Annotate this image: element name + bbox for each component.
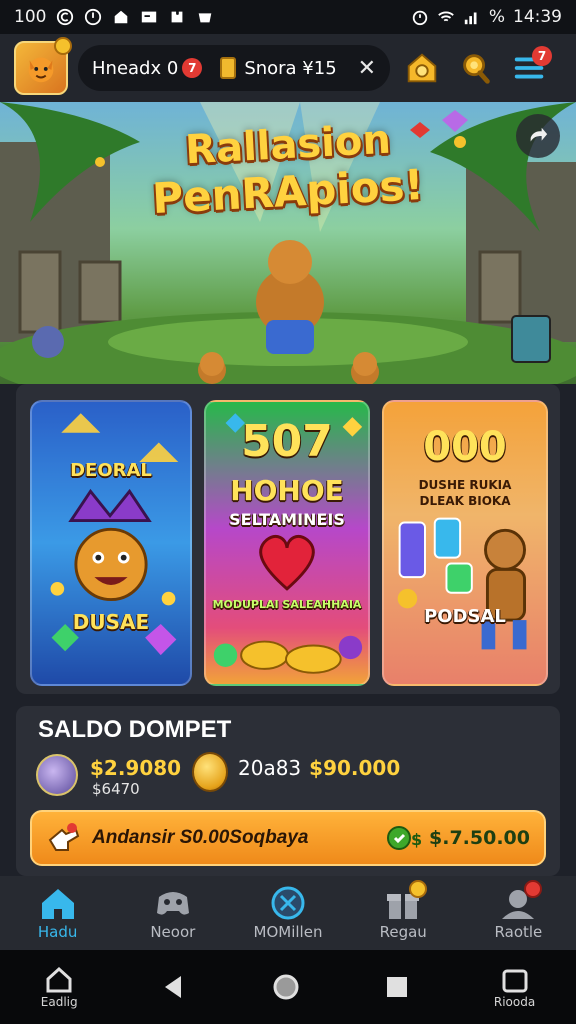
wallet-secondary-row: 20a83 $90.000: [238, 756, 400, 780]
puzzle-icon: [168, 8, 186, 26]
wallet-balance-sub: $6470: [92, 780, 140, 798]
image-icon: [140, 8, 158, 26]
gamepad-status-icon: [196, 8, 214, 26]
svg-text:$: $: [411, 830, 421, 849]
monkey-crown-illustration: [50, 413, 179, 656]
nav-item-profile[interactable]: Raotle: [461, 876, 576, 950]
player-avatar[interactable]: [14, 37, 72, 95]
hero-title: Rallasion PenRApios!: [118, 117, 458, 223]
nav-label-profile: Raotle: [494, 923, 543, 941]
coin-icon: [192, 752, 228, 792]
card1-bottom-text: DUSAE: [72, 610, 150, 634]
system-back-button[interactable]: [159, 972, 189, 1002]
system-home-button[interactable]: Eadlig: [41, 965, 78, 1009]
game-controller-icon: [156, 892, 189, 915]
user-info-pill[interactable]: Hneadx 0 7 Snora ¥15 ✕: [78, 45, 390, 91]
pointing-hand-icon: [48, 823, 80, 851]
bottom-navigation: Hadu Neoor MOMillen Regau Raotle: [0, 876, 576, 950]
app-screen: 100 % 14:39 Hneadx 0 7 Snora ¥15 ✕ 7 Ral…: [0, 0, 576, 1024]
share-icon: [530, 127, 548, 142]
wallet-action-amount: $.7.50.00: [429, 827, 530, 849]
menu-badge: 7: [532, 46, 552, 66]
system-multiwindow-button[interactable]: Riooda: [494, 965, 535, 1009]
window-icon: [502, 969, 528, 993]
menu-button[interactable]: 7: [508, 46, 552, 90]
back-triangle-icon: [165, 976, 182, 998]
profile-badge: [524, 880, 543, 898]
wallet-balance-main: $2.9080: [90, 756, 182, 780]
card2-caption: MODUPLAI SALEAHHAIA: [212, 598, 362, 611]
house-coin-icon: [407, 53, 437, 83]
card2-number: 507: [241, 416, 333, 467]
copyright-icon: [56, 8, 74, 26]
notification-count-badge: 7: [182, 58, 203, 78]
card1-top-text: DEORAL: [70, 460, 152, 481]
ticket-balance: Snora ¥15: [244, 57, 337, 79]
wallet-title: SALDO DOMPET: [38, 716, 232, 743]
signal-icon: [463, 8, 481, 26]
home-icon: [41, 889, 74, 919]
nav-item-rewards[interactable]: Regau: [346, 876, 461, 950]
nav-label-rewards: Regau: [379, 923, 427, 941]
wifi-icon: [437, 8, 455, 26]
wallet-balance-secondary: $90.000: [309, 756, 401, 780]
search-icon: [463, 54, 490, 84]
power-icon: [84, 8, 102, 26]
wallet-action-button[interactable]: Andansir S0.00Soqbaya $ $.7.50.00: [30, 810, 546, 866]
game-card-2[interactable]: 507 HOHOE SELTAMINEIS MODUPLAI SALEAHHAI…: [204, 400, 370, 686]
card3-caption: PODSAL: [424, 606, 506, 627]
circle-home-icon: [273, 974, 299, 1000]
fox-avatar-icon: [28, 57, 54, 83]
nav-label-home: Hadu: [37, 923, 78, 941]
card3-line1: DUSHE RUKIA: [418, 478, 512, 492]
game-card-3[interactable]: 000 DUSHE RUKIA DLEAK BIOKA PODSAL: [382, 400, 548, 686]
square-recents-icon: [387, 977, 408, 997]
hero-banner[interactable]: Rallasion PenRApios!: [0, 102, 576, 384]
game-card-1[interactable]: DEORAL DUSAE: [30, 400, 192, 686]
alarm-icon: [411, 8, 429, 26]
card3-number: 000: [423, 424, 507, 470]
system-right-label: Riooda: [493, 995, 536, 1009]
battery-percent: %: [488, 7, 505, 27]
status-time-left: 100: [14, 7, 47, 27]
username-label: Hneadx 0: [92, 57, 179, 79]
x-circle-icon: [271, 886, 305, 920]
wallet-avatar: [36, 754, 78, 796]
home-outline-icon: [46, 966, 72, 993]
game-cards-panel: DEORAL DUSAE 507 HOHOE SELTAMINEIS MODUP…: [16, 384, 560, 694]
nav-item-center[interactable]: MOMillen: [230, 876, 345, 950]
wallet-action-cash: $ $.7.50.00: [387, 825, 530, 851]
nav-item-home[interactable]: Hadu: [0, 876, 115, 950]
card2-line2: SELTAMINEIS: [229, 510, 345, 529]
system-circle-button[interactable]: [271, 972, 301, 1002]
system-recents-button[interactable]: [382, 972, 412, 1002]
system-left-label: Eadlig: [40, 995, 78, 1009]
cash-icon: $: [387, 826, 421, 850]
nav-label-games: Neoor: [150, 923, 196, 941]
search-button[interactable]: [454, 46, 498, 90]
system-navigation-bar: Eadlig Riooda: [0, 950, 576, 1024]
close-icon[interactable]: ✕: [358, 56, 376, 81]
rewards-badge: [408, 880, 427, 898]
share-button[interactable]: [516, 114, 560, 158]
nav-item-games[interactable]: Neoor: [115, 876, 230, 950]
wallet-balance-label: 20a83: [238, 756, 302, 780]
shop-button[interactable]: [400, 46, 444, 90]
status-time-right: 14:39: [513, 7, 562, 27]
nav-label-center: MOMillen: [253, 923, 323, 941]
card3-line2: DLEAK BIOKA: [419, 494, 511, 508]
wallet-action-label: Andansir S0.00Soqbaya: [92, 827, 309, 848]
card2-line1: HOHOE: [230, 474, 344, 507]
home-status-icon: [112, 8, 130, 26]
status-bar: 100 % 14:39: [0, 0, 576, 34]
coin-badge: [54, 37, 72, 55]
wallet-panel: SALDO DOMPET $2.9080 $6470 20a83 $90.000 …: [16, 706, 560, 876]
top-app-bar: Hneadx 0 7 Snora ¥15 ✕ 7: [0, 34, 576, 102]
ticket-icon: [220, 57, 237, 79]
